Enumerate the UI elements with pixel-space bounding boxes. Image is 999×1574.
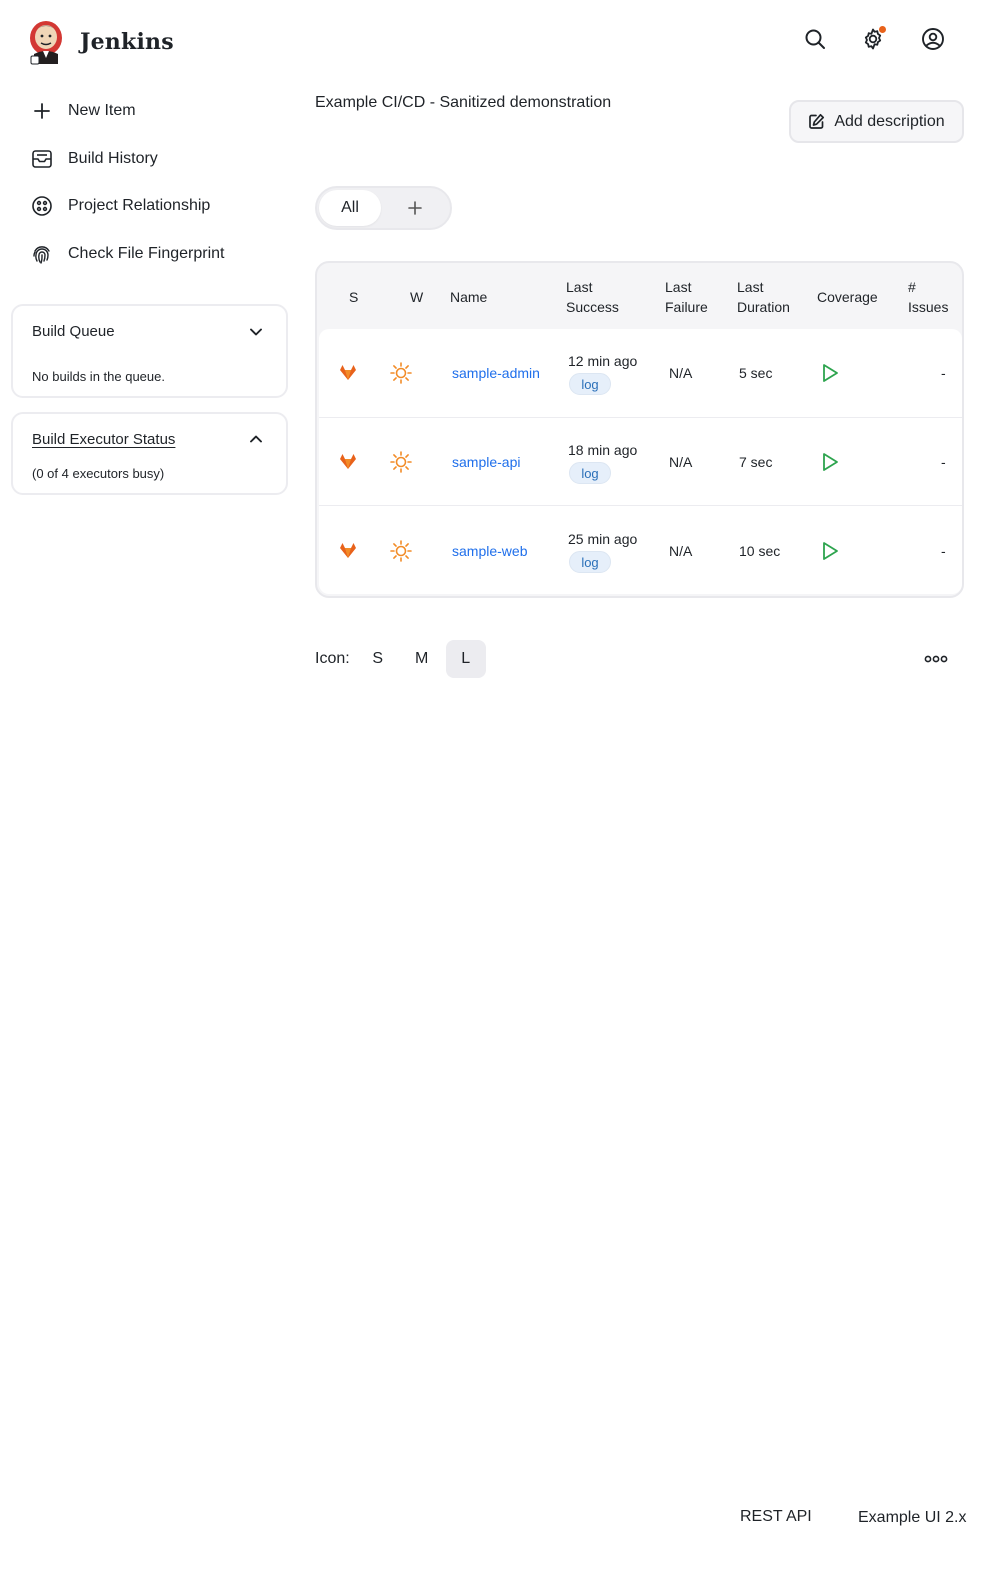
last-success-time: 18 min ago bbox=[568, 442, 638, 458]
sun-icon[interactable] bbox=[389, 450, 413, 474]
table-row: sample-api 18 min ago log N/A 7 sec - bbox=[319, 417, 962, 505]
jobs-table: S W Name Last Success Last Failure Last … bbox=[315, 261, 964, 598]
log-button[interactable]: log bbox=[569, 462, 611, 484]
table-row: sample-web 25 min ago log N/A 10 sec - bbox=[319, 505, 962, 593]
build-queue-title: Build Queue bbox=[32, 323, 115, 340]
chevron-down-icon[interactable] bbox=[248, 324, 264, 340]
sun-icon[interactable] bbox=[389, 361, 413, 385]
last-duration: 10 sec bbox=[739, 543, 781, 559]
col-header-coverage[interactable]: Coverage bbox=[817, 287, 878, 307]
header-line: Success bbox=[566, 299, 619, 315]
header-line: Issues bbox=[908, 299, 949, 315]
job-link[interactable]: sample-api bbox=[452, 454, 520, 470]
play-icon[interactable] bbox=[820, 363, 840, 383]
chevron-up-icon[interactable] bbox=[248, 431, 264, 447]
sidebar-item-label: Build History bbox=[68, 150, 158, 167]
view-tabs: All bbox=[315, 186, 452, 230]
plus-icon bbox=[30, 99, 54, 123]
last-failure: N/A bbox=[669, 543, 693, 559]
last-success-time: 25 min ago bbox=[568, 531, 638, 547]
jobs-table-body: sample-admin 12 min ago log N/A 5 sec - … bbox=[319, 329, 962, 594]
last-failure: N/A bbox=[669, 454, 693, 470]
last-duration: 7 sec bbox=[739, 454, 773, 470]
last-duration: 5 sec bbox=[739, 365, 773, 381]
sidebar-item-project-relationship[interactable]: Project Relationship bbox=[30, 191, 210, 221]
table-row: sample-admin 12 min ago log N/A 5 sec - bbox=[319, 329, 962, 417]
build-queue-panel: Build Queue No builds in the queue. bbox=[11, 304, 288, 398]
gitlab-fox-icon[interactable] bbox=[339, 542, 357, 559]
add-view-button[interactable] bbox=[397, 190, 433, 226]
version-link[interactable]: Example UI 2.x bbox=[858, 1509, 966, 1527]
icon-size-small[interactable]: S bbox=[358, 640, 398, 678]
header-line: # bbox=[908, 279, 916, 295]
relationship-icon bbox=[30, 194, 54, 218]
executor-status-panel: Build Executor Status (0 of 4 executors … bbox=[11, 412, 288, 495]
log-button[interactable]: log bbox=[569, 551, 611, 573]
log-button[interactable]: log bbox=[569, 373, 611, 395]
header-line: Last bbox=[665, 279, 692, 295]
header-line: Duration bbox=[737, 299, 790, 315]
col-header-last-failure[interactable]: Last Failure bbox=[665, 277, 708, 317]
icon-size-label: Icon: bbox=[315, 650, 350, 667]
col-header-name[interactable]: Name bbox=[450, 287, 487, 307]
add-description-button[interactable]: Add description bbox=[789, 100, 964, 143]
executor-status-text: (0 of 4 executors busy) bbox=[32, 466, 165, 481]
icon-size-medium[interactable]: M bbox=[402, 640, 442, 678]
brand-name[interactable]: Jenkins bbox=[80, 29, 174, 55]
col-header-issues[interactable]: # Issues bbox=[908, 277, 948, 317]
search-icon[interactable] bbox=[800, 24, 830, 54]
sidebar-item-label: New Item bbox=[68, 102, 136, 119]
sun-icon[interactable] bbox=[389, 539, 413, 563]
header-line: Failure bbox=[665, 299, 708, 315]
add-description-label: Add description bbox=[834, 112, 945, 130]
sidebar-item-build-history[interactable]: Build History bbox=[30, 144, 158, 174]
sidebar-item-new-item[interactable]: New Item bbox=[30, 96, 136, 126]
tab-all[interactable]: All bbox=[319, 190, 381, 226]
more-options-button[interactable] bbox=[918, 648, 954, 670]
last-success-time: 12 min ago bbox=[568, 353, 638, 369]
play-icon[interactable] bbox=[820, 452, 840, 472]
fingerprint-icon bbox=[30, 242, 54, 266]
gitlab-fox-icon[interactable] bbox=[339, 364, 357, 381]
build-queue-status: No builds in the queue. bbox=[32, 369, 165, 384]
gitlab-fox-icon[interactable] bbox=[339, 453, 357, 470]
icon-size-large[interactable]: L bbox=[445, 640, 486, 678]
jenkins-butler-icon bbox=[30, 21, 62, 65]
gear-icon[interactable] bbox=[858, 24, 888, 54]
sidebar-item-label: Check File Fingerprint bbox=[68, 245, 225, 262]
jenkins-logo[interactable] bbox=[26, 18, 66, 68]
col-header-status[interactable]: S bbox=[349, 287, 358, 307]
issues-count: - bbox=[941, 543, 946, 559]
job-link[interactable]: sample-admin bbox=[452, 365, 540, 381]
sidebar-item-label: Project Relationship bbox=[68, 197, 211, 214]
header-line: Last bbox=[737, 279, 764, 295]
page-description: Example CI/CD - Sanitized demonstration bbox=[315, 94, 612, 111]
issues-count: - bbox=[941, 454, 946, 470]
col-header-last-success[interactable]: Last Success bbox=[566, 277, 619, 317]
sidebar-item-check-file-fingerprint[interactable]: Check File Fingerprint bbox=[30, 239, 225, 269]
icon-size-selector: Icon: S M L bbox=[315, 640, 486, 678]
ellipsis-icon bbox=[924, 655, 948, 663]
user-circle-icon[interactable] bbox=[918, 24, 948, 54]
rest-api-link[interactable]: REST API bbox=[740, 1508, 812, 1526]
inbox-icon bbox=[30, 147, 54, 171]
col-header-last-duration[interactable]: Last Duration bbox=[737, 277, 790, 317]
issues-count: - bbox=[941, 365, 946, 381]
col-header-weather[interactable]: W bbox=[410, 287, 423, 307]
header-line: Last bbox=[566, 279, 593, 295]
play-icon[interactable] bbox=[820, 541, 840, 561]
edit-icon bbox=[809, 113, 825, 129]
job-link[interactable]: sample-web bbox=[452, 543, 527, 559]
notification-dot bbox=[879, 26, 886, 33]
plus-icon bbox=[408, 201, 422, 215]
executor-status-link[interactable]: Build Executor Status bbox=[32, 431, 175, 448]
last-failure: N/A bbox=[669, 365, 693, 381]
